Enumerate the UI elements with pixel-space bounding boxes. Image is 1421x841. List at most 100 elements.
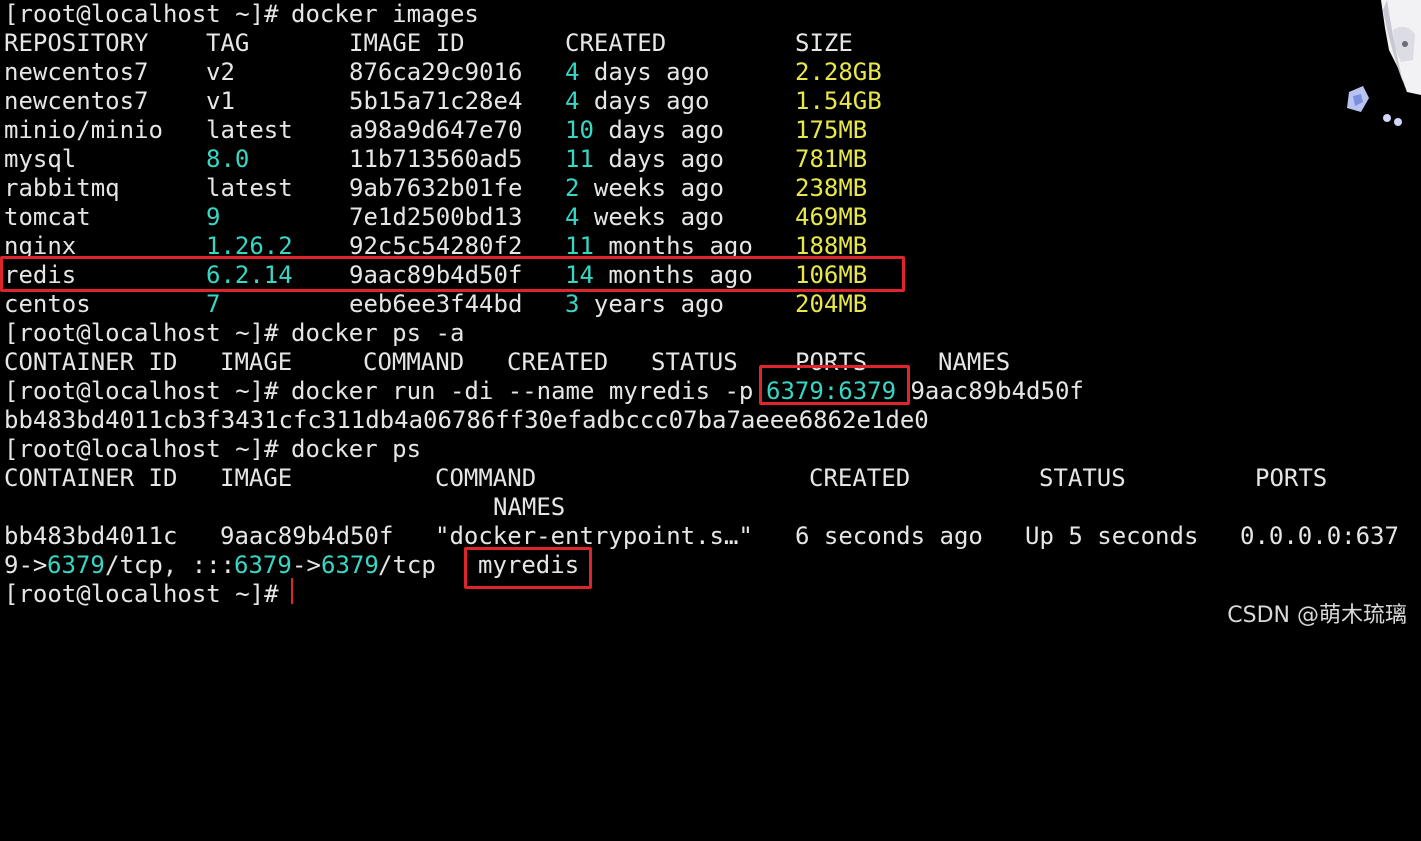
header-status: STATUS: [651, 348, 738, 376]
command-text: docker run -di --name myredis -p: [291, 377, 768, 405]
command-image-arg: 9aac89b4d50f: [896, 377, 1084, 405]
command-text: docker ps: [291, 435, 422, 463]
header-names: NAMES: [493, 493, 566, 521]
image-created-number: 4: [565, 87, 580, 115]
image-repository: centos: [4, 290, 91, 318]
image-created-unit: days ago: [593, 145, 724, 173]
command-text: docker images: [291, 0, 479, 28]
header-container-id: CONTAINER ID: [4, 464, 178, 492]
image-id: 9ab7632b01fe: [349, 174, 523, 202]
image-tag: latest: [206, 174, 293, 202]
header-repository: REPOSITORY: [4, 29, 149, 57]
prompt: [root@localhost ~]#: [4, 0, 279, 28]
prompt: [root@localhost ~]#: [4, 435, 279, 463]
image-tag: latest: [206, 116, 293, 144]
port-number: 6379: [47, 551, 105, 579]
image-size: 2.28GB: [795, 58, 882, 86]
prompt-line: [root@localhost ~]# docker ps: [4, 435, 421, 464]
header-command: COMMAND: [363, 348, 465, 376]
highlight-redis-row: [0, 256, 905, 292]
image-created-unit: years ago: [579, 290, 724, 318]
prompt: [root@localhost ~]#: [4, 377, 279, 405]
image-created-number: 11: [565, 145, 594, 173]
image-id: eeb6ee3f44bd: [349, 290, 523, 318]
text-cursor[interactable]: [291, 578, 293, 604]
ports-text: ->: [292, 551, 321, 579]
image-tag: v1: [206, 87, 235, 115]
container-ports: 0.0.0.0:637: [1240, 522, 1399, 550]
container-status: Up 5 seconds: [1025, 522, 1199, 550]
prompt-line: [root@localhost ~]#: [4, 580, 279, 609]
ports-text: /tcp, :::: [105, 551, 236, 579]
header-created: CREATED: [565, 29, 667, 57]
image-id: 11b713560ad5: [349, 145, 523, 173]
image-tag: 7: [206, 290, 221, 318]
image-tag: 8.0: [206, 145, 250, 173]
header-image-id: IMAGE ID: [349, 29, 465, 57]
highlight-container-name: [464, 547, 592, 589]
image-repository: newcentos7: [4, 87, 149, 115]
header-ports: PORTS: [1255, 464, 1328, 492]
command-text: docker ps -a: [291, 319, 465, 347]
header-container-id: CONTAINER ID: [4, 348, 178, 376]
ps-row-wrap: 9-> 6379 /tcp, ::: 6379 -> 6379 /tcp myr…: [4, 551, 579, 580]
image-created-number: 2: [565, 174, 580, 202]
image-repository: rabbitmq: [4, 174, 120, 202]
header-names: NAMES: [938, 348, 1011, 376]
container-hash-line: bb483bd4011cb3f3431cfc311db4a06786ff30ef…: [4, 406, 929, 435]
image-repository: newcentos7: [4, 58, 149, 86]
header-command: COMMAND: [435, 464, 537, 492]
image-size: 781MB: [795, 145, 868, 173]
image-created-unit: days ago: [579, 58, 710, 86]
image-created-unit: weeks ago: [579, 203, 724, 231]
header-created: CREATED: [507, 348, 609, 376]
image-tag: v2: [206, 58, 235, 86]
terminal-window[interactable]: [root@localhost ~]# docker images REPOSI…: [0, 0, 1421, 640]
container-image: 9aac89b4d50f: [220, 522, 394, 550]
image-id: 5b15a71c28e4: [349, 87, 523, 115]
container-created: 6 seconds ago: [795, 522, 983, 550]
prompt: [root@localhost ~]#: [4, 580, 279, 608]
ps-row: bb483bd4011c 9aac89b4d50f "docker-entryp…: [4, 522, 1399, 551]
image-id: a98a9d647e70: [349, 116, 523, 144]
container-id: bb483bd4011c: [4, 522, 178, 550]
header-status: STATUS: [1039, 464, 1126, 492]
image-repository: minio/minio: [4, 116, 163, 144]
highlight-port-mapping: [759, 365, 910, 405]
watermark: CSDN @萌木琉璃: [1227, 603, 1407, 628]
header-created: CREATED: [809, 464, 911, 492]
image-size: 204MB: [795, 290, 868, 318]
image-created-unit: weeks ago: [579, 174, 724, 202]
image-repository: mysql: [4, 145, 77, 173]
ps-header: CONTAINER ID IMAGE COMMAND CREATED STATU…: [4, 464, 1327, 493]
prompt-line: [root@localhost ~]# docker run -di --nam…: [4, 377, 1084, 406]
image-created-number: 10: [565, 116, 594, 144]
image-created-unit: days ago: [579, 87, 710, 115]
prompt-line: [root@localhost ~]# docker ps -a: [4, 319, 464, 348]
header-image: IMAGE: [220, 348, 293, 376]
container-hash: bb483bd4011cb3f3431cfc311db4a06786ff30ef…: [4, 406, 929, 434]
prompt-line: [root@localhost ~]# docker images: [4, 0, 479, 29]
images-table-header: REPOSITORY TAG IMAGE ID CREATED SIZE: [4, 29, 853, 58]
image-created-number: 4: [565, 58, 580, 86]
header-size: SIZE: [795, 29, 853, 57]
image-tag: 9: [206, 203, 221, 231]
port-number: 6379: [234, 551, 292, 579]
image-created-unit: days ago: [593, 116, 724, 144]
image-id: 7e1d2500bd13: [349, 203, 523, 231]
header-image: IMAGE: [220, 464, 293, 492]
image-repository: tomcat: [4, 203, 91, 231]
port-number: 6379: [321, 551, 379, 579]
ps-a-header: CONTAINER ID IMAGE COMMAND CREATED STATU…: [4, 348, 1010, 377]
image-created-number: 4: [565, 203, 580, 231]
ps-header-wrap: NAMES: [4, 493, 565, 522]
image-size: 175MB: [795, 116, 868, 144]
prompt: [root@localhost ~]#: [4, 319, 279, 347]
image-created-number: 3: [565, 290, 580, 318]
image-size: 1.54GB: [795, 87, 882, 115]
ports-text: /tcp: [378, 551, 436, 579]
image-id: 876ca29c9016: [349, 58, 523, 86]
header-tag: TAG: [206, 29, 250, 57]
anime-sticker-image: [1347, 0, 1421, 126]
image-size: 238MB: [795, 174, 868, 202]
